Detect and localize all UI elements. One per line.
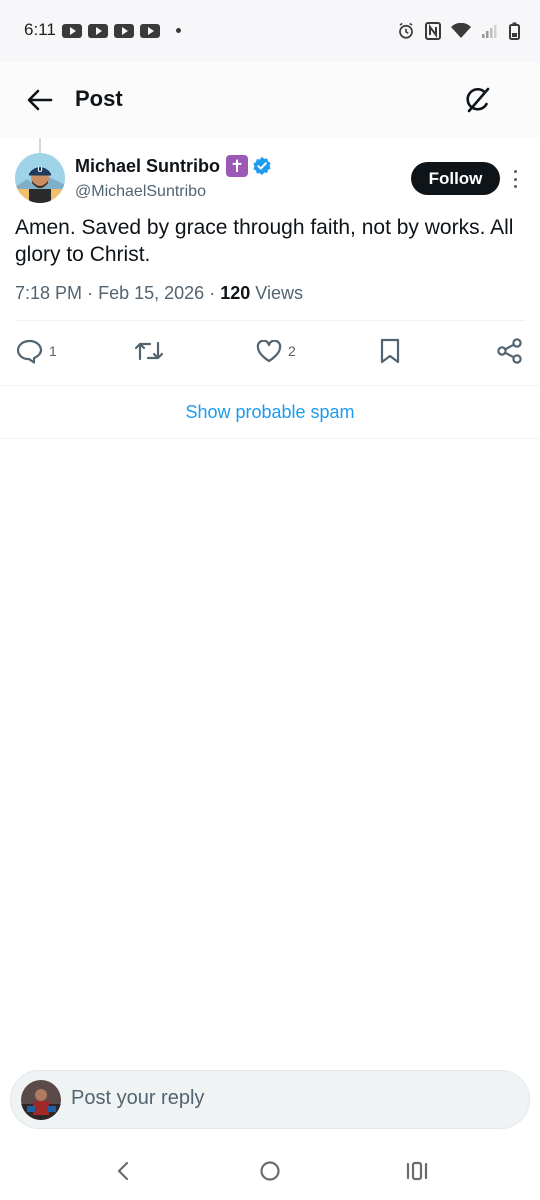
share-icon <box>497 338 522 364</box>
nav-back-button[interactable] <box>108 1156 138 1186</box>
author-name-text: Michael Suntribo <box>75 155 221 176</box>
divider <box>0 385 540 386</box>
youtube-icon <box>88 24 108 38</box>
post-date: Feb 15, 2026 <box>98 283 205 303</box>
bookmark-icon <box>380 338 400 364</box>
follow-button[interactable]: Follow <box>411 162 500 195</box>
user-avatar <box>21 1080 61 1120</box>
nav-home-button[interactable] <box>255 1156 285 1186</box>
reply-bar[interactable]: Post your reply <box>10 1070 530 1129</box>
arrow-left-icon <box>27 89 53 111</box>
author-name[interactable]: Michael Suntribo ✝ <box>75 155 272 177</box>
page-title: Post <box>75 86 123 111</box>
more-notifications-icon <box>176 28 181 33</box>
youtube-icon <box>62 24 82 38</box>
status-time: 6:11 <box>24 20 56 39</box>
grok-button[interactable] <box>460 82 496 118</box>
svg-text:U: U <box>37 167 42 174</box>
meta-separator: · <box>209 283 216 303</box>
app-header: Post <box>0 62 540 138</box>
show-spam-row: Show probable spam <box>0 387 540 438</box>
heart-icon <box>256 339 282 362</box>
share-button[interactable] <box>496 333 524 369</box>
author-handle[interactable]: @MichaelSuntribo <box>75 183 206 201</box>
like-button[interactable]: 2 <box>256 333 296 369</box>
meta-separator: · <box>87 283 94 303</box>
system-nav-bar <box>0 1140 540 1200</box>
youtube-icon <box>140 24 160 38</box>
youtube-icon <box>114 24 134 38</box>
chevron-left-icon <box>117 1161 129 1181</box>
back-button[interactable] <box>24 84 56 116</box>
bookmark-button[interactable] <box>379 333 401 369</box>
divider <box>0 438 540 439</box>
reply-icon <box>16 339 43 364</box>
nfc-icon <box>425 22 441 40</box>
repost-icon <box>134 341 164 361</box>
post-actions: 1 2 <box>0 333 540 369</box>
more-dots-icon <box>513 170 517 173</box>
alarm-icon <box>399 22 413 39</box>
recents-icon <box>406 1161 428 1181</box>
post-text: Amen. Saved by grace through faith, not … <box>15 216 514 266</box>
repost-button[interactable] <box>134 333 164 369</box>
views-label[interactable]: Views <box>255 283 303 303</box>
more-options-button[interactable] <box>506 168 524 190</box>
home-circle-icon <box>260 1161 280 1181</box>
reply-input[interactable]: Post your reply <box>71 1087 204 1110</box>
wifi-icon <box>451 23 471 38</box>
post-meta: 7:18 PM · Feb 15, 2026 · 120 Views <box>15 283 303 304</box>
thread-line <box>39 138 41 154</box>
show-probable-spam-link[interactable]: Show probable spam <box>185 402 354 423</box>
views-count: 120 <box>220 283 251 303</box>
signal-icon <box>482 25 497 38</box>
cross-emoji-badge: ✝ <box>226 155 249 177</box>
verified-badge-icon <box>252 156 272 176</box>
battery-icon <box>509 22 520 40</box>
status-bar: 6:11 <box>0 0 540 62</box>
divider <box>15 320 525 321</box>
nav-recents-button[interactable] <box>402 1156 432 1186</box>
grok-icon <box>466 87 490 113</box>
author-avatar[interactable]: U <box>15 153 65 203</box>
like-count: 2 <box>288 343 296 359</box>
reply-button[interactable]: 1 <box>16 333 57 369</box>
reply-count: 1 <box>49 343 57 359</box>
post-time: 7:18 PM <box>15 283 83 303</box>
status-icons <box>397 20 520 42</box>
